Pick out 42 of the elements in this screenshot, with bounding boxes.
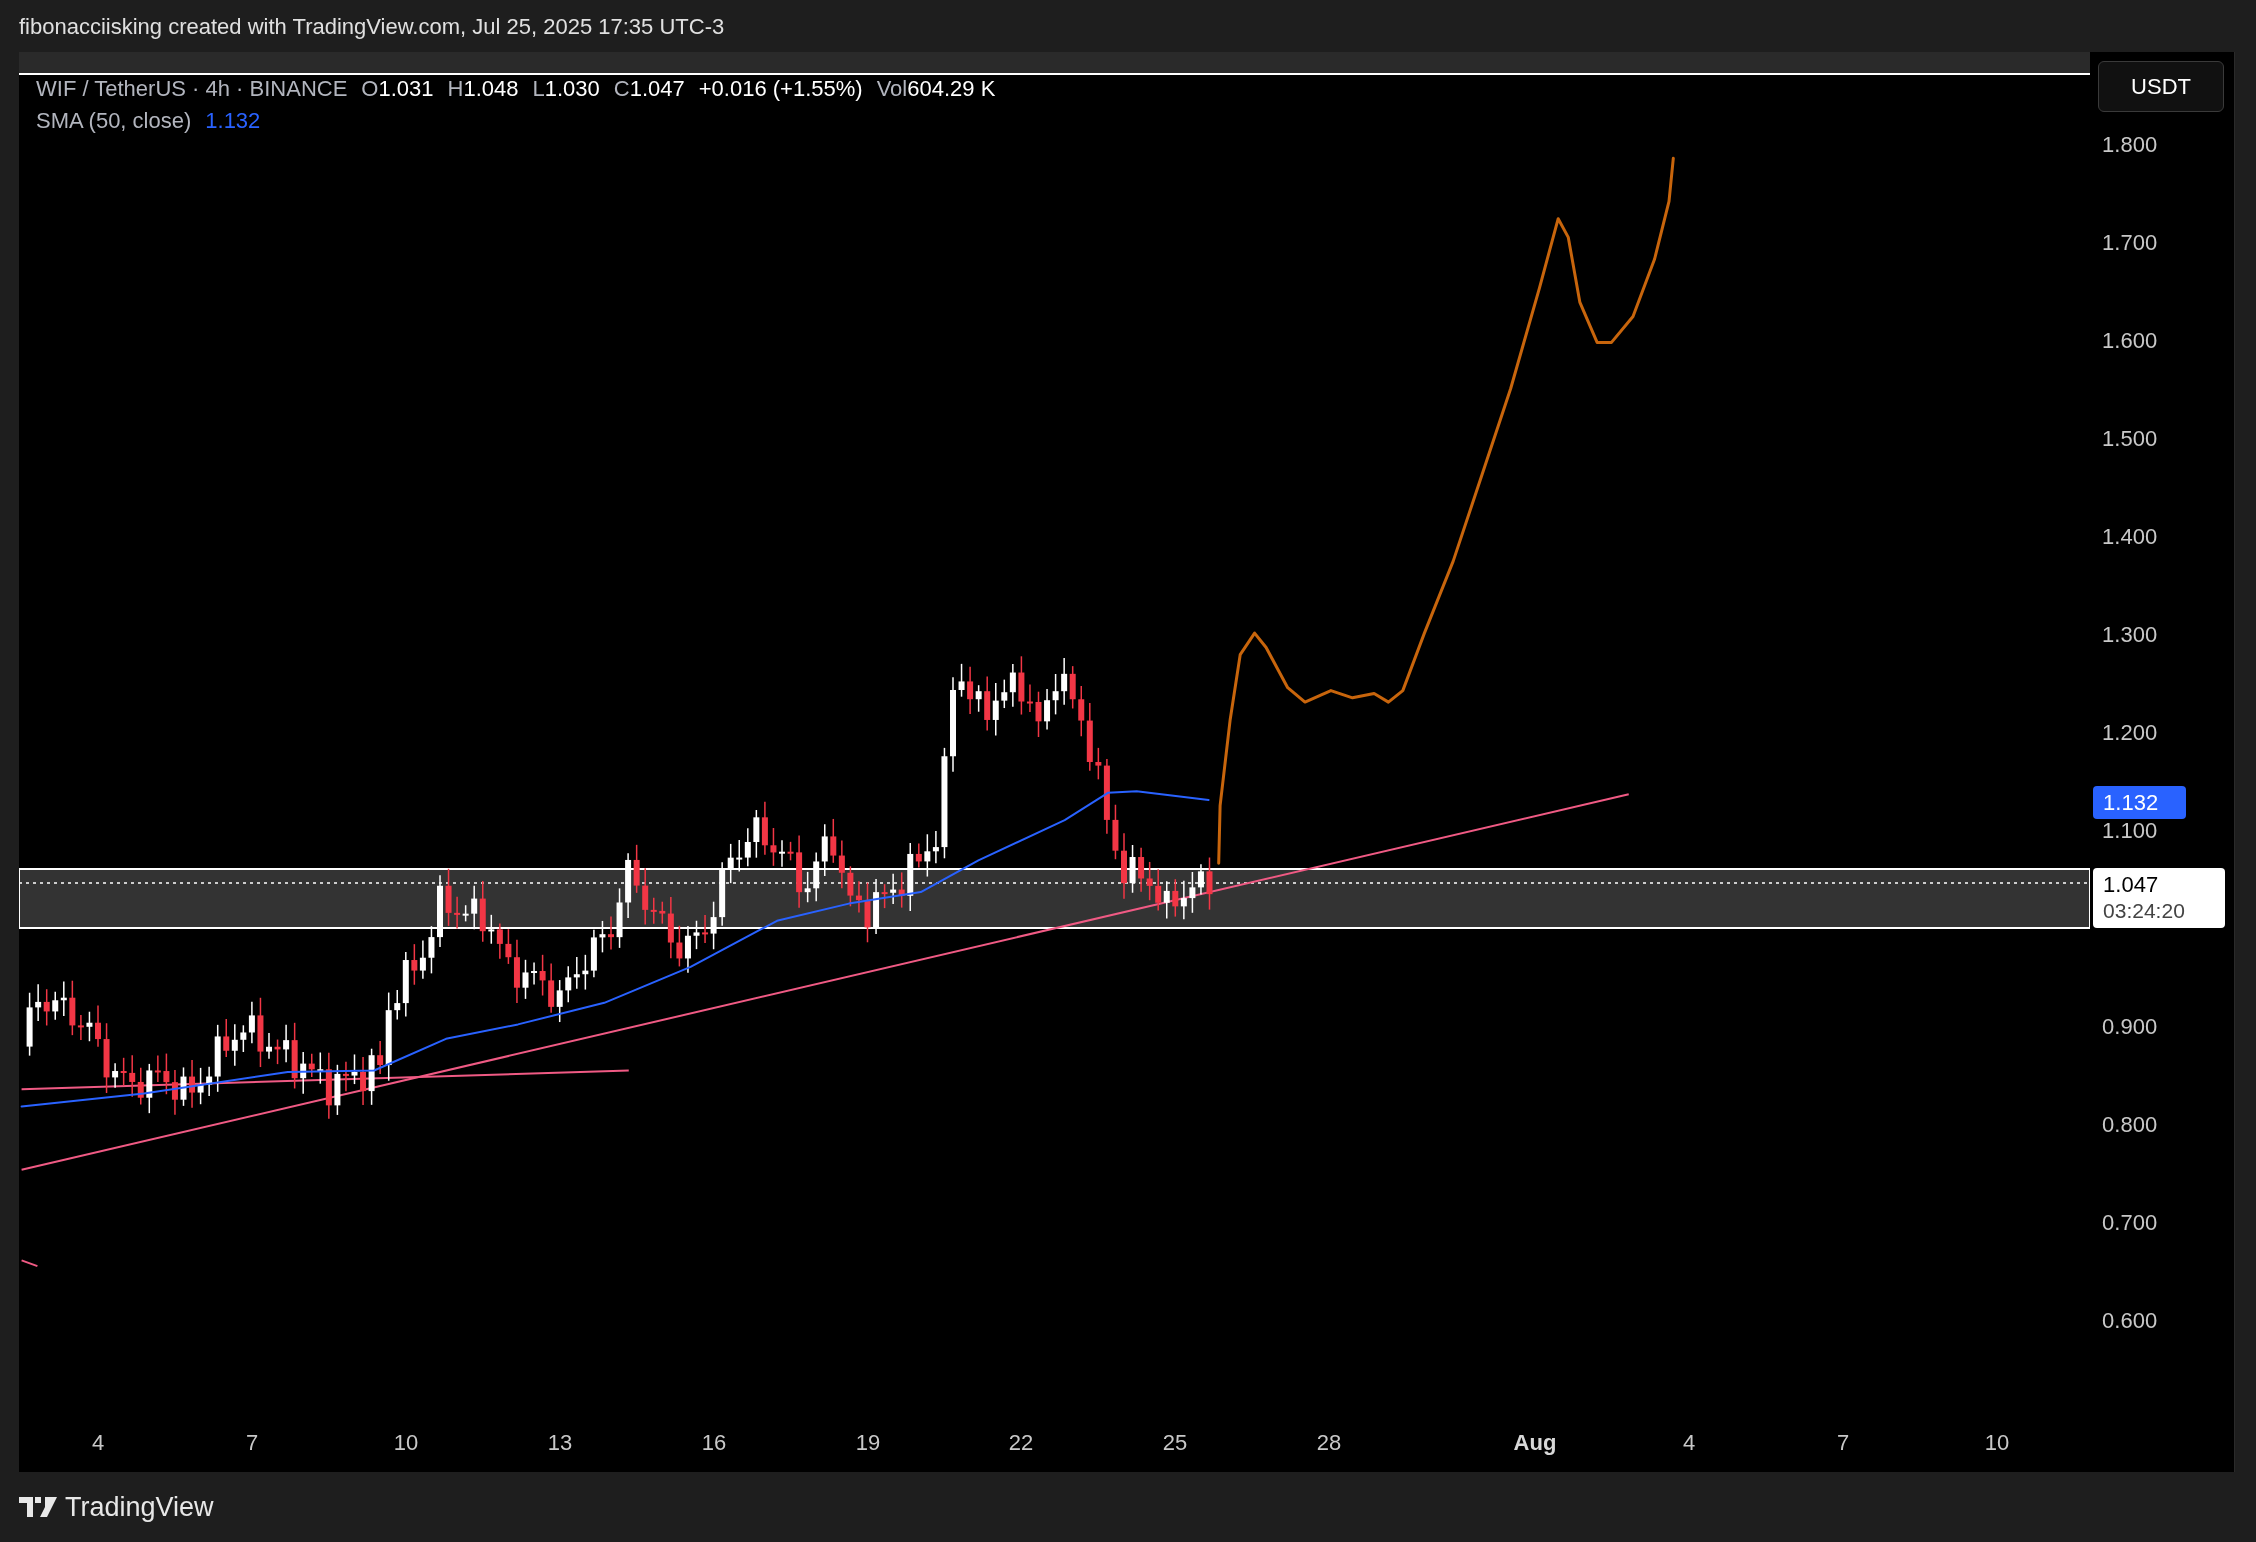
price-tick-label: 1.200 xyxy=(2102,720,2158,746)
price-change: +0.016 (+1.55%) xyxy=(698,75,863,103)
ohlc-value: O1.031 xyxy=(361,75,434,103)
price-tick-label: 0.900 xyxy=(2102,1014,2158,1040)
date-tick-label: 7 xyxy=(245,1430,259,1456)
indicator-name: SMA (50, close) xyxy=(36,107,192,135)
symbol-label: WIF / TetherUS · 4h · BINANCE xyxy=(36,75,348,103)
price-tick-label: 1.100 xyxy=(2102,818,2158,844)
sma-price-tag: 1.132 xyxy=(2093,786,2187,819)
price-tick-label: 1.500 xyxy=(2102,426,2158,452)
indicator-value: 1.132 xyxy=(205,107,261,135)
price-tick-label: 1.600 xyxy=(2102,328,2158,354)
logo-icon xyxy=(19,1497,57,1517)
date-tick-label: 19 xyxy=(855,1430,881,1456)
price-tick-label: 0.800 xyxy=(2102,1112,2158,1138)
ohlc-value: H1.048 xyxy=(447,75,519,103)
price-tick-label: 1.300 xyxy=(2102,622,2158,648)
volume-value: Vol604.29 K xyxy=(876,75,996,103)
date-tick-label: 4 xyxy=(91,1430,105,1456)
date-tick-label: 10 xyxy=(393,1430,419,1456)
chart-caption: fibonacciisking created with TradingView.com, Jul 25, 2025 17:35 UTC-3 xyxy=(19,12,725,41)
price-tick-label: 1.700 xyxy=(2102,230,2158,256)
date-tick-label: 7 xyxy=(1836,1430,1850,1456)
price-tick-label: 0.600 xyxy=(2102,1308,2158,1334)
brand-name: TradingView xyxy=(65,1490,214,1524)
date-tick-label: 4 xyxy=(1682,1430,1696,1456)
date-tick-label: 28 xyxy=(1316,1430,1342,1456)
ohlc-value: L1.030 xyxy=(532,75,600,103)
price-tick-label: 1.800 xyxy=(2102,132,2158,158)
date-tick-label: 10 xyxy=(1984,1430,2010,1456)
countdown-timer: 03:24:20 xyxy=(2103,898,2186,924)
date-tick-label: Aug xyxy=(1513,1430,1557,1456)
ohlc-value: C1.047 xyxy=(613,75,685,103)
price-tick-label: 0.700 xyxy=(2102,1210,2158,1236)
currency-button[interactable]: USDT xyxy=(2098,61,2225,112)
date-tick-label: 16 xyxy=(701,1430,727,1456)
last-price: 1.047 xyxy=(2103,872,2160,898)
trend-line-stub xyxy=(20,1259,39,1268)
date-tick-label: 25 xyxy=(1162,1430,1188,1456)
date-tick-label: 22 xyxy=(1008,1430,1034,1456)
date-tick-label: 13 xyxy=(547,1430,573,1456)
price-tick-label: 1.400 xyxy=(2102,524,2158,550)
